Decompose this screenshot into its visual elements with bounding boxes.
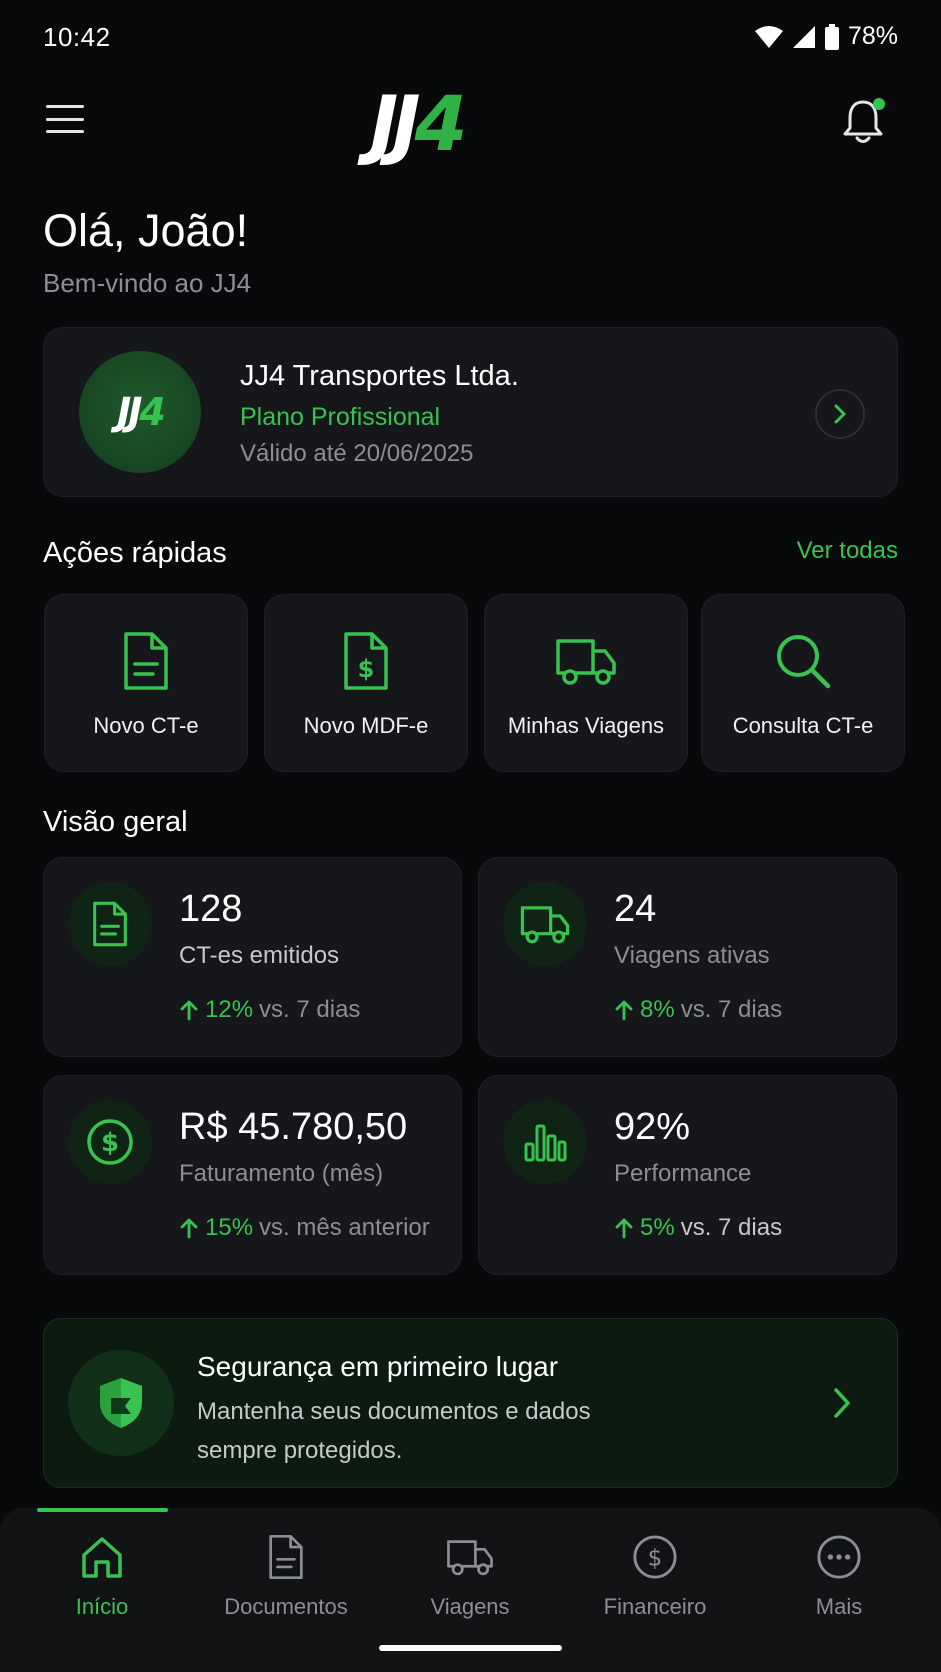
quick-action-query-cte[interactable]: Consulta CT-e: [701, 594, 905, 772]
stat-value: 92%: [614, 1106, 691, 1148]
stat-card-trips[interactable]: 24 Viagens ativas 8% vs. 7 dias: [478, 857, 897, 1057]
svg-text:$: $: [101, 1128, 119, 1158]
arrow-up-icon: [615, 1218, 633, 1239]
stat-label: CT-es emitidos: [179, 942, 340, 969]
stat-trend-percent: 15%: [205, 1214, 254, 1241]
signal-icon: [792, 25, 815, 48]
stat-trend-percent: 12%: [205, 996, 254, 1023]
company-plan: Plano Profissional: [240, 403, 441, 431]
stat-trend: 12% vs. 7 dias: [179, 996, 360, 1024]
quick-action-label: Consulta CT-e: [732, 713, 874, 738]
bar-chart-icon: [503, 1100, 587, 1184]
status-icons: 78%: [754, 22, 898, 51]
nav-item-home[interactable]: Início: [22, 1532, 182, 1620]
nav-item-documents[interactable]: Documentos: [206, 1532, 366, 1620]
stat-card-revenue[interactable]: $ R$ 45.780,50 Faturamento (mês) 15% vs.…: [43, 1075, 462, 1275]
stat-trend: 5% vs. 7 dias: [614, 1214, 782, 1242]
quick-action-new-mdfe[interactable]: $ Novo MDF-e: [264, 594, 468, 772]
stat-card-performance[interactable]: 92% Performance 5% vs. 7 dias: [478, 1075, 897, 1275]
stat-trend-compare: vs. 7 dias: [680, 1214, 783, 1241]
nav-label: Financeiro: [603, 1594, 707, 1619]
stat-value: 128: [179, 888, 243, 930]
nav-label: Mais: [815, 1594, 863, 1619]
battery-level: 78%: [847, 22, 898, 50]
quick-action-label: Novo CT-e: [93, 713, 199, 738]
svg-text:$: $: [648, 1546, 663, 1572]
nav-label: Documentos: [224, 1594, 348, 1619]
shield-icon: [68, 1350, 174, 1456]
status-time: 10:42: [43, 22, 111, 52]
quick-action-my-trips[interactable]: Minhas Viagens: [484, 594, 688, 772]
chevron-right-icon[interactable]: [830, 1386, 854, 1425]
wifi-icon: [754, 25, 783, 48]
more-icon: [814, 1532, 864, 1582]
svg-text:$: $: [358, 655, 375, 683]
see-all-link[interactable]: Ver todas: [797, 537, 898, 565]
dollar-circle-icon: $: [68, 1100, 152, 1184]
security-text: Mantenha seus documentos e dados sempre …: [197, 1398, 591, 1464]
stat-trend-percent: 5%: [640, 1214, 675, 1241]
document-icon: [114, 629, 178, 693]
stat-value: R$ 45.780,50: [179, 1106, 408, 1148]
home-indicator: [379, 1645, 562, 1651]
quick-actions-title: Ações rápidas: [43, 537, 227, 569]
document-icon: [68, 882, 152, 966]
active-tab-indicator: [37, 1508, 168, 1512]
search-icon: [771, 629, 835, 693]
battery-icon: [824, 23, 839, 50]
notification-bell-icon[interactable]: [841, 96, 885, 146]
quick-action-label: Minhas Viagens: [507, 713, 665, 738]
truck-icon: [503, 882, 587, 966]
nav-item-trips[interactable]: Viagens: [390, 1532, 550, 1620]
quick-action-label: Novo MDF-e: [303, 713, 429, 738]
stat-trend: 8% vs. 7 dias: [614, 996, 782, 1024]
nav-label: Viagens: [430, 1594, 510, 1619]
chevron-right-icon: [834, 404, 846, 424]
quick-action-new-cte[interactable]: Novo CT-e: [44, 594, 248, 772]
company-valid-until: Válido até 20/06/2025: [240, 440, 474, 467]
company-details-button[interactable]: [815, 389, 865, 439]
nav-item-more[interactable]: Mais: [759, 1532, 919, 1620]
stat-trend-compare: vs. mês anterior: [259, 1214, 430, 1241]
home-icon: [77, 1532, 127, 1582]
app-logo: JJ4: [370, 79, 467, 168]
stat-label: Viagens ativas: [614, 942, 770, 969]
stat-label: Faturamento (mês): [179, 1160, 384, 1187]
nav-label: Início: [75, 1594, 129, 1619]
dollar-document-icon: $: [334, 629, 398, 693]
stat-value: 24: [614, 888, 657, 930]
stat-trend-compare: vs. 7 dias: [680, 996, 783, 1023]
security-title: Segurança em primeiro lugar: [197, 1351, 559, 1382]
notification-dot: [873, 98, 885, 110]
nav-item-finance[interactable]: $ Financeiro: [575, 1532, 735, 1620]
company-avatar: JJ 4: [79, 351, 201, 473]
menu-icon[interactable]: [46, 105, 84, 133]
arrow-up-icon: [615, 1000, 633, 1021]
greeting-title: Olá, João!: [43, 205, 249, 256]
dollar-circle-icon: $: [630, 1532, 680, 1582]
arrow-up-icon: [180, 1000, 198, 1021]
stat-card-ctes[interactable]: 128 CT-es emitidos 12% vs. 7 dias: [43, 857, 462, 1057]
stat-label: Performance: [614, 1160, 752, 1187]
overview-title: Visão geral: [43, 806, 188, 838]
arrow-up-icon: [180, 1218, 198, 1239]
document-icon: [261, 1532, 311, 1582]
greeting-subtitle: Bem-vindo ao JJ4: [43, 268, 252, 298]
truck-icon: [445, 1532, 495, 1582]
company-name: JJ4 Transportes Ltda.: [240, 360, 519, 392]
stat-trend-percent: 8%: [640, 996, 675, 1023]
stat-trend-compare: vs. 7 dias: [259, 996, 361, 1023]
stat-trend: 15% vs. mês anterior: [179, 1214, 430, 1242]
truck-icon: [554, 629, 618, 693]
